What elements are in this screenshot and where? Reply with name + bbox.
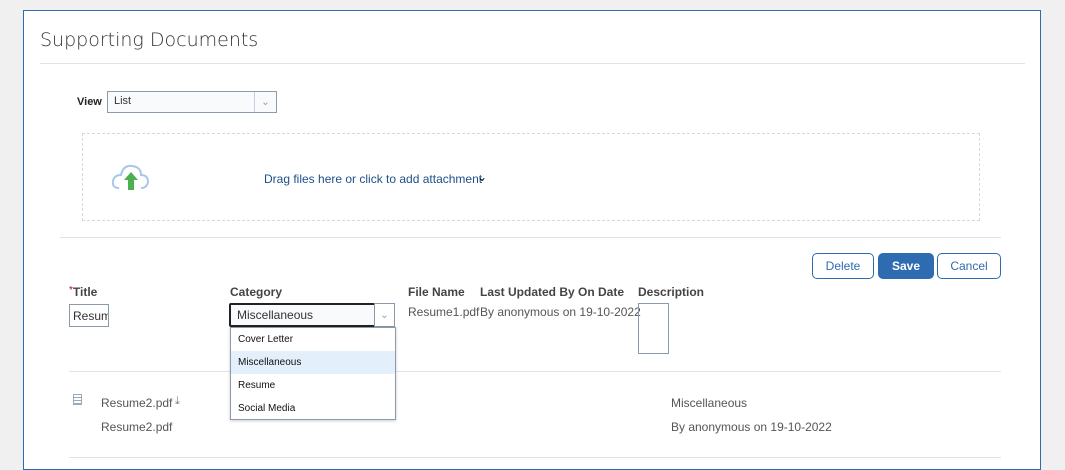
chevron-down-icon[interactable]: ⌄ bbox=[374, 303, 395, 327]
cloud-upload-icon bbox=[111, 164, 150, 190]
download-icon[interactable]: ⤓ bbox=[175, 395, 180, 408]
category-select-value: Miscellaneous bbox=[237, 308, 314, 322]
cancel-button[interactable]: Cancel bbox=[937, 253, 1001, 279]
category-dropdown-menu: Cover Letter Miscellaneous Resume Social… bbox=[230, 327, 396, 420]
attachment-drop-zone[interactable]: Drag files here or click to add attachme… bbox=[82, 133, 980, 221]
option-resume[interactable]: Resume bbox=[231, 374, 395, 397]
option-social-media[interactable]: Social Media bbox=[231, 397, 395, 420]
row-file-name: Resume2.pdf bbox=[101, 420, 173, 434]
row-category: Miscellaneous bbox=[671, 396, 748, 410]
description-textarea[interactable] bbox=[638, 303, 669, 354]
category-select[interactable]: Miscellaneous bbox=[229, 303, 395, 327]
column-last-updated: Last Updated By On Date bbox=[480, 285, 625, 299]
view-select[interactable]: List ⌄ bbox=[107, 91, 277, 113]
file-name-value: Resume1.pdf bbox=[408, 305, 480, 319]
option-miscellaneous[interactable]: Miscellaneous bbox=[231, 351, 395, 374]
row-last-updated: By anonymous on 19-10-2022 bbox=[671, 420, 832, 434]
document-icon bbox=[73, 394, 82, 405]
option-cover-letter[interactable]: Cover Letter bbox=[231, 328, 395, 351]
column-category: Category bbox=[230, 285, 283, 299]
save-button[interactable]: Save bbox=[878, 253, 934, 279]
last-updated-value: By anonymous on 19-10-2022 bbox=[480, 305, 641, 319]
divider bbox=[69, 371, 1001, 372]
page-title: Supporting Documents bbox=[40, 29, 259, 51]
divider bbox=[69, 457, 1001, 458]
add-attachment-link[interactable]: Drag files here or click to add attachme… bbox=[264, 172, 482, 186]
row-title[interactable]: Resume2.pdf bbox=[101, 396, 172, 410]
column-description: Description bbox=[638, 285, 705, 299]
title-input[interactable]: Resume bbox=[69, 304, 109, 327]
column-file-name: File Name bbox=[408, 285, 465, 299]
column-title: Title bbox=[72, 285, 98, 299]
chevron-down-icon: ⌄ bbox=[254, 92, 276, 112]
view-label: View bbox=[77, 96, 102, 108]
chevron-down-icon[interactable]: ⌄ bbox=[477, 170, 487, 184]
supporting-documents-panel: Supporting Documents View List ⌄ Drag fi… bbox=[23, 10, 1041, 470]
divider bbox=[60, 237, 1001, 238]
delete-button[interactable]: Delete bbox=[812, 253, 874, 279]
divider bbox=[40, 63, 1025, 64]
view-select-value: List bbox=[114, 95, 132, 107]
